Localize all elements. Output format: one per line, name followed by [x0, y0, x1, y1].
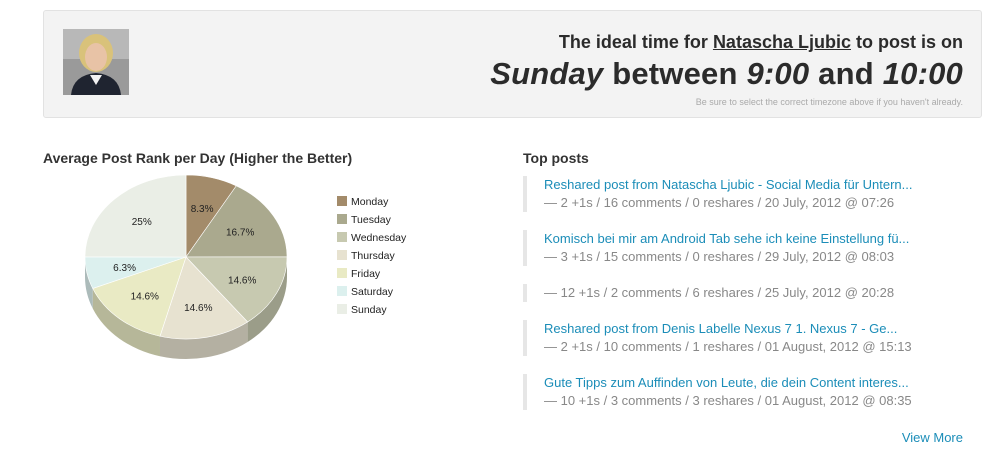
post-item: — 12 +1s / 2 comments / 6 reshares / 25 … [523, 284, 973, 302]
legend-swatch-tuesday [337, 214, 347, 224]
post-item: Gute Tipps zum Auffinden von Leute, die … [523, 374, 973, 410]
pie-label-wednesday: 14.6% [228, 275, 256, 286]
ideal-time-banner: The ideal time for Natascha Ljubic to po… [43, 10, 982, 118]
ideal-time-headline: The ideal time for Natascha Ljubic to po… [559, 32, 963, 53]
legend-label-friday[interactable]: Friday [351, 268, 381, 280]
post-meta: — 2 +1s / 16 comments / 0 reshares / 20 … [544, 195, 895, 210]
post-meta: — 12 +1s / 2 comments / 6 reshares / 25 … [544, 285, 895, 300]
legend-swatch-monday [337, 196, 347, 206]
ideal-time-value: Sunday between 9:00 and 10:00 [490, 56, 963, 92]
legend-label-sunday[interactable]: Sunday [351, 304, 387, 316]
legend-label-thursday[interactable]: Thursday [351, 250, 396, 262]
headline-prefix: The ideal time for [558, 32, 708, 52]
pie-chart: 8.3% 16.7% 14.6% 14.6% 14.6% 6.3% 25% Monday Tue… [84, 175, 407, 359]
post-meta: — 3 +1s / 15 comments / 0 reshares / 29 … [544, 249, 895, 264]
post-meta: — 2 +1s / 10 comments / 1 reshares / 01 … [544, 339, 912, 354]
legend-swatch-thursday [337, 250, 347, 260]
view-more-link[interactable]: View More [902, 430, 963, 445]
pie-label-sunday: 25% [132, 217, 152, 228]
and-word: and [818, 56, 874, 91]
between-word: between [612, 56, 738, 91]
legend-swatch-wednesday [337, 232, 347, 242]
post-item: Reshared post from Denis Labelle Nexus 7… [523, 320, 973, 356]
legend-swatch-friday [337, 268, 347, 278]
start-time: 9:00 [746, 56, 810, 91]
legend-swatch-sunday [337, 304, 347, 314]
post-link[interactable]: Reshared post from Natascha Ljubic - Soc… [544, 176, 973, 194]
pie-label-thursday: 14.6% [184, 303, 212, 314]
timezone-note: Be sure to select the correct timezone a… [695, 97, 963, 107]
pie-label-saturday: 6.3% [113, 263, 136, 274]
legend-label-wednesday[interactable]: Wednesday [351, 232, 407, 244]
headline-suffix: to post is on [856, 32, 963, 52]
legend-label-tuesday[interactable]: Tuesday [351, 214, 392, 226]
legend-label-saturday[interactable]: Saturday [351, 286, 394, 298]
pie-label-monday: 8.3% [191, 204, 214, 215]
pie-label-friday: 14.6% [131, 291, 159, 302]
post-link[interactable]: Gute Tipps zum Auffinden von Leute, die … [544, 374, 973, 392]
post-link[interactable]: Komisch bei mir am Android Tab sehe ich … [544, 230, 973, 248]
end-time: 10:00 [882, 56, 963, 91]
avatar[interactable] [63, 29, 129, 95]
post-meta: — 10 +1s / 3 comments / 3 reshares / 01 … [544, 393, 912, 408]
top-posts-title: Top posts [523, 150, 589, 166]
post-item: Komisch bei mir am Android Tab sehe ich … [523, 230, 973, 266]
pie-label-tuesday: 16.7% [226, 227, 254, 238]
pie-slice-sunday[interactable] [84, 175, 187, 258]
ideal-day: Sunday [490, 56, 604, 91]
post-item: Reshared post from Natascha Ljubic - Soc… [523, 176, 973, 212]
user-profile-link[interactable]: Natascha Ljubic [713, 32, 851, 52]
legend-swatch-saturday [337, 286, 347, 296]
chart-title: Average Post Rank per Day (Higher the Be… [43, 150, 353, 166]
legend-label-monday[interactable]: Monday [351, 196, 389, 208]
post-link[interactable]: Reshared post from Denis Labelle Nexus 7… [544, 320, 973, 338]
avatar-photo-icon [63, 29, 129, 95]
